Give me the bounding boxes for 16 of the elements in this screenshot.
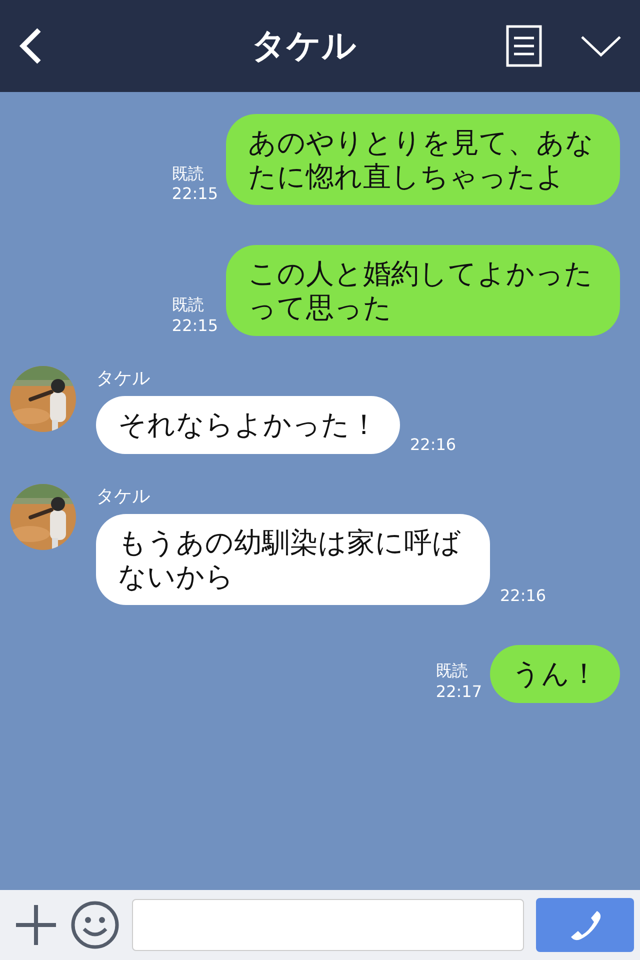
message-time: 22:16 <box>500 586 546 606</box>
message-time: 22:16 <box>410 434 456 454</box>
chat-title: タケル <box>250 25 358 68</box>
sender-name: タケル <box>96 484 151 508</box>
message-bubble: うん！ <box>490 645 620 703</box>
message-time: 22:15 <box>172 316 218 336</box>
message-time: 22:17 <box>436 682 482 703</box>
message-bubble: あのやりとりを見て、あなたに惚れ直しちゃったよ <box>226 114 620 206</box>
read-receipt: 既読 <box>436 661 468 682</box>
message-time: 22:15 <box>172 184 218 206</box>
message-bubble: もうあの幼馴染は家に呼ばないから <box>96 514 490 606</box>
read-receipt: 既読 <box>172 294 204 316</box>
read-receipt: 既読 <box>172 164 204 184</box>
sender-name: タケル <box>96 367 151 390</box>
message-bubble: この人と婚約してよかったって思った <box>226 245 620 336</box>
message-bubble: それならよかった！ <box>96 396 400 454</box>
